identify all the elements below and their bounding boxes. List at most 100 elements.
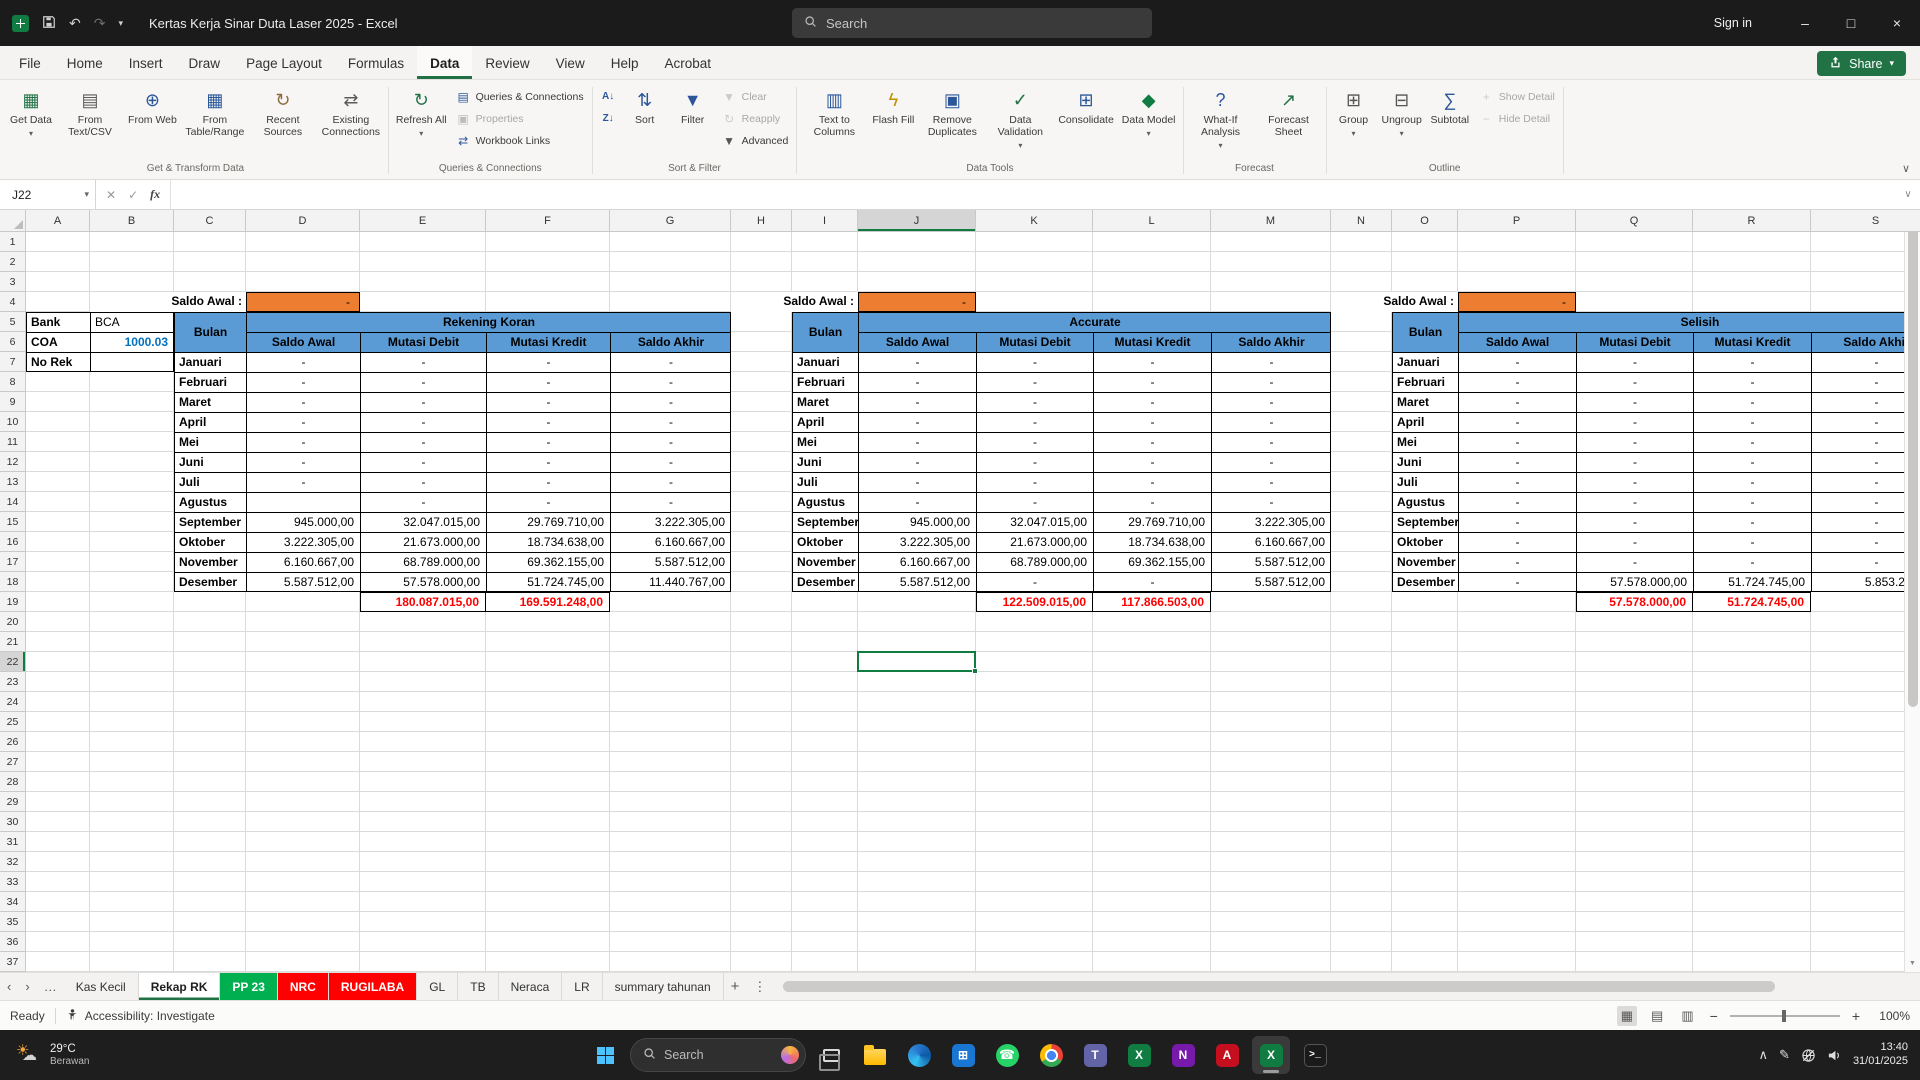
cell-C14[interactable]: Agustus [174,492,246,512]
cell-J14[interactable]: - [858,492,976,512]
row-header-25[interactable]: 25 [0,712,26,732]
cell-G11[interactable]: - [610,432,731,452]
cell-O18[interactable]: Desember [1392,572,1458,592]
cell-R11[interactable]: - [1693,432,1811,452]
cell-A7[interactable]: No Rek [26,352,90,372]
cell-M18[interactable]: 5.587.512,00 [1211,572,1331,592]
cell-J17[interactable]: 6.160.667,00 [858,552,976,572]
cell-F11[interactable]: - [486,432,610,452]
text-to-columns-button[interactable]: ▥Text to Columns [801,85,867,140]
cell-F17[interactable]: 69.362.155,00 [486,552,610,572]
row-header-9[interactable]: 9 [0,392,26,412]
cell-R16[interactable]: - [1693,532,1811,552]
cell-E9[interactable]: - [360,392,486,412]
save-icon[interactable] [42,15,56,31]
cell-P5[interactable]: Selisih [1458,312,1920,332]
sheet-tab-neraca[interactable]: Neraca [499,973,563,1000]
cell-K7[interactable]: - [976,352,1093,372]
row-header-20[interactable]: 20 [0,612,26,632]
cell-C18[interactable]: Desember [174,572,246,592]
workbook-links-button[interactable]: ⇄Workbook Links [452,130,588,151]
qat-customize-icon[interactable]: ▾ [118,19,123,28]
cell-F13[interactable]: - [486,472,610,492]
row-header-12[interactable]: 12 [0,452,26,472]
cell-L15[interactable]: 29.769.710,00 [1093,512,1211,532]
cell-Q19[interactable]: 57.578.000,00 [1576,592,1693,612]
cell-O8[interactable]: Februari [1392,372,1458,392]
advanced-button[interactable]: ▼Advanced [718,130,793,151]
row-header-33[interactable]: 33 [0,872,26,892]
cell-G6[interactable]: Saldo Akhir [610,332,731,352]
cell-K11[interactable]: - [976,432,1093,452]
row-header-16[interactable]: 16 [0,532,26,552]
cell-G9[interactable]: - [610,392,731,412]
cell-D18[interactable]: 5.587.512,00 [246,572,360,592]
cell-F8[interactable]: - [486,372,610,392]
zoom-level[interactable]: 100% [1872,1009,1910,1023]
sheet-nav-more-icon[interactable]: … [37,973,64,1000]
cell-H4[interactable]: Saldo Awal : [731,292,858,312]
name-box-dropdown-icon[interactable]: ▾ [84,189,89,200]
cell-E10[interactable]: - [360,412,486,432]
cell-I17[interactable]: November [792,552,858,572]
cell-Q11[interactable]: - [1576,432,1693,452]
cell-D8[interactable]: - [246,372,360,392]
cell-O7[interactable]: Januari [1392,352,1458,372]
forecast-sheet-button[interactable]: ↗Forecast Sheet [1256,85,1322,140]
cell-L10[interactable]: - [1093,412,1211,432]
ribbon-tab-formulas[interactable]: Formulas [335,46,417,79]
column-header-S[interactable]: S [1811,210,1920,232]
get-data-button[interactable]: ▦Get Data▾ [7,85,55,140]
cell-O10[interactable]: April [1392,412,1458,432]
cell-O9[interactable]: Maret [1392,392,1458,412]
zoom-in-button[interactable]: + [1850,1008,1862,1024]
terminal-icon[interactable]: >_ [1296,1036,1334,1074]
cell-M12[interactable]: - [1211,452,1331,472]
cell-I16[interactable]: Oktober [792,532,858,552]
cell-R10[interactable]: - [1693,412,1811,432]
taskbar-clock[interactable]: 13:40 31/01/2025 [1853,1041,1908,1069]
cell-K16[interactable]: 21.673.000,00 [976,532,1093,552]
cell-C7[interactable]: Januari [174,352,246,372]
column-header-G[interactable]: G [610,210,731,232]
row-header-1[interactable]: 1 [0,232,26,252]
cell-P9[interactable]: - [1458,392,1576,412]
column-header-A[interactable]: A [26,210,90,232]
row-header-21[interactable]: 21 [0,632,26,652]
cell-K19[interactable]: 122.509.015,00 [976,592,1093,612]
cell-D15[interactable]: 945.000,00 [246,512,360,532]
cell-F15[interactable]: 29.769.710,00 [486,512,610,532]
cell-G17[interactable]: 5.587.512,00 [610,552,731,572]
cell-N4[interactable]: Saldo Awal : [1331,292,1458,312]
select-all-corner[interactable] [0,210,26,232]
cell-M17[interactable]: 5.587.512,00 [1211,552,1331,572]
column-header-B[interactable]: B [90,210,174,232]
remove-duplicates-button[interactable]: ▣Remove Duplicates [919,85,985,140]
cell-E16[interactable]: 21.673.000,00 [360,532,486,552]
cell-D4[interactable]: - [246,292,360,312]
scroll-down-icon[interactable]: ▼ [1909,957,1916,970]
cell-P12[interactable]: - [1458,452,1576,472]
cell-P15[interactable]: - [1458,512,1576,532]
cell-E11[interactable]: - [360,432,486,452]
cell-Q14[interactable]: - [1576,492,1693,512]
cell-R12[interactable]: - [1693,452,1811,472]
cancel-entry-icon[interactable]: ✕ [106,188,116,202]
row-header-4[interactable]: 4 [0,292,26,312]
ribbon-tab-data[interactable]: Data [417,46,472,79]
start-button[interactable] [586,1036,624,1074]
cell-P8[interactable]: - [1458,372,1576,392]
row-header-35[interactable]: 35 [0,912,26,932]
vertical-scrollbar[interactable]: ▲ ▼ [1904,210,1920,972]
ribbon-tab-help[interactable]: Help [598,46,652,79]
cell-P6[interactable]: Saldo Awal [1458,332,1576,352]
cell-O12[interactable]: Juni [1392,452,1458,472]
cell-E7[interactable]: - [360,352,486,372]
row-header-2[interactable]: 2 [0,252,26,272]
cell-K10[interactable]: - [976,412,1093,432]
cell-O5[interactable]: Bulan [1392,312,1458,352]
row-header-13[interactable]: 13 [0,472,26,492]
cell-K14[interactable]: - [976,492,1093,512]
insert-function-icon[interactable]: fx [150,187,160,202]
cell-O13[interactable]: Juli [1392,472,1458,492]
